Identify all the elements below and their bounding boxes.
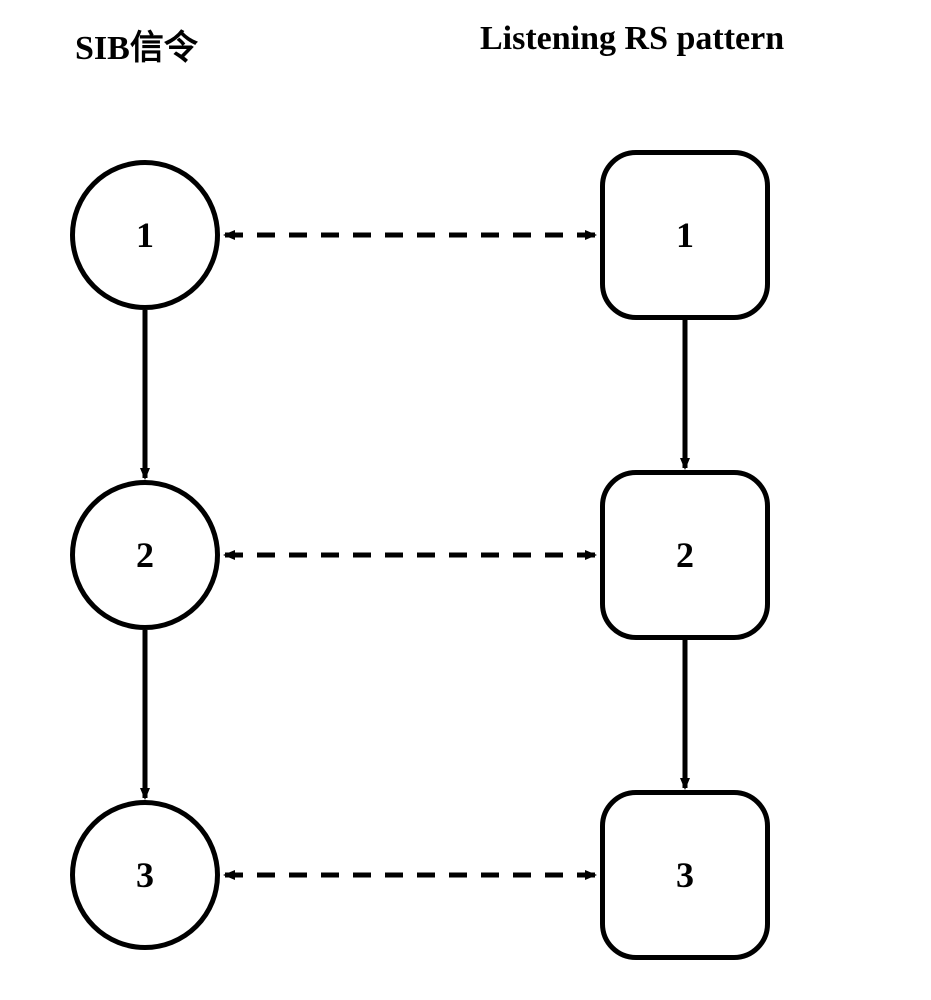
connectors [0,0,931,1000]
